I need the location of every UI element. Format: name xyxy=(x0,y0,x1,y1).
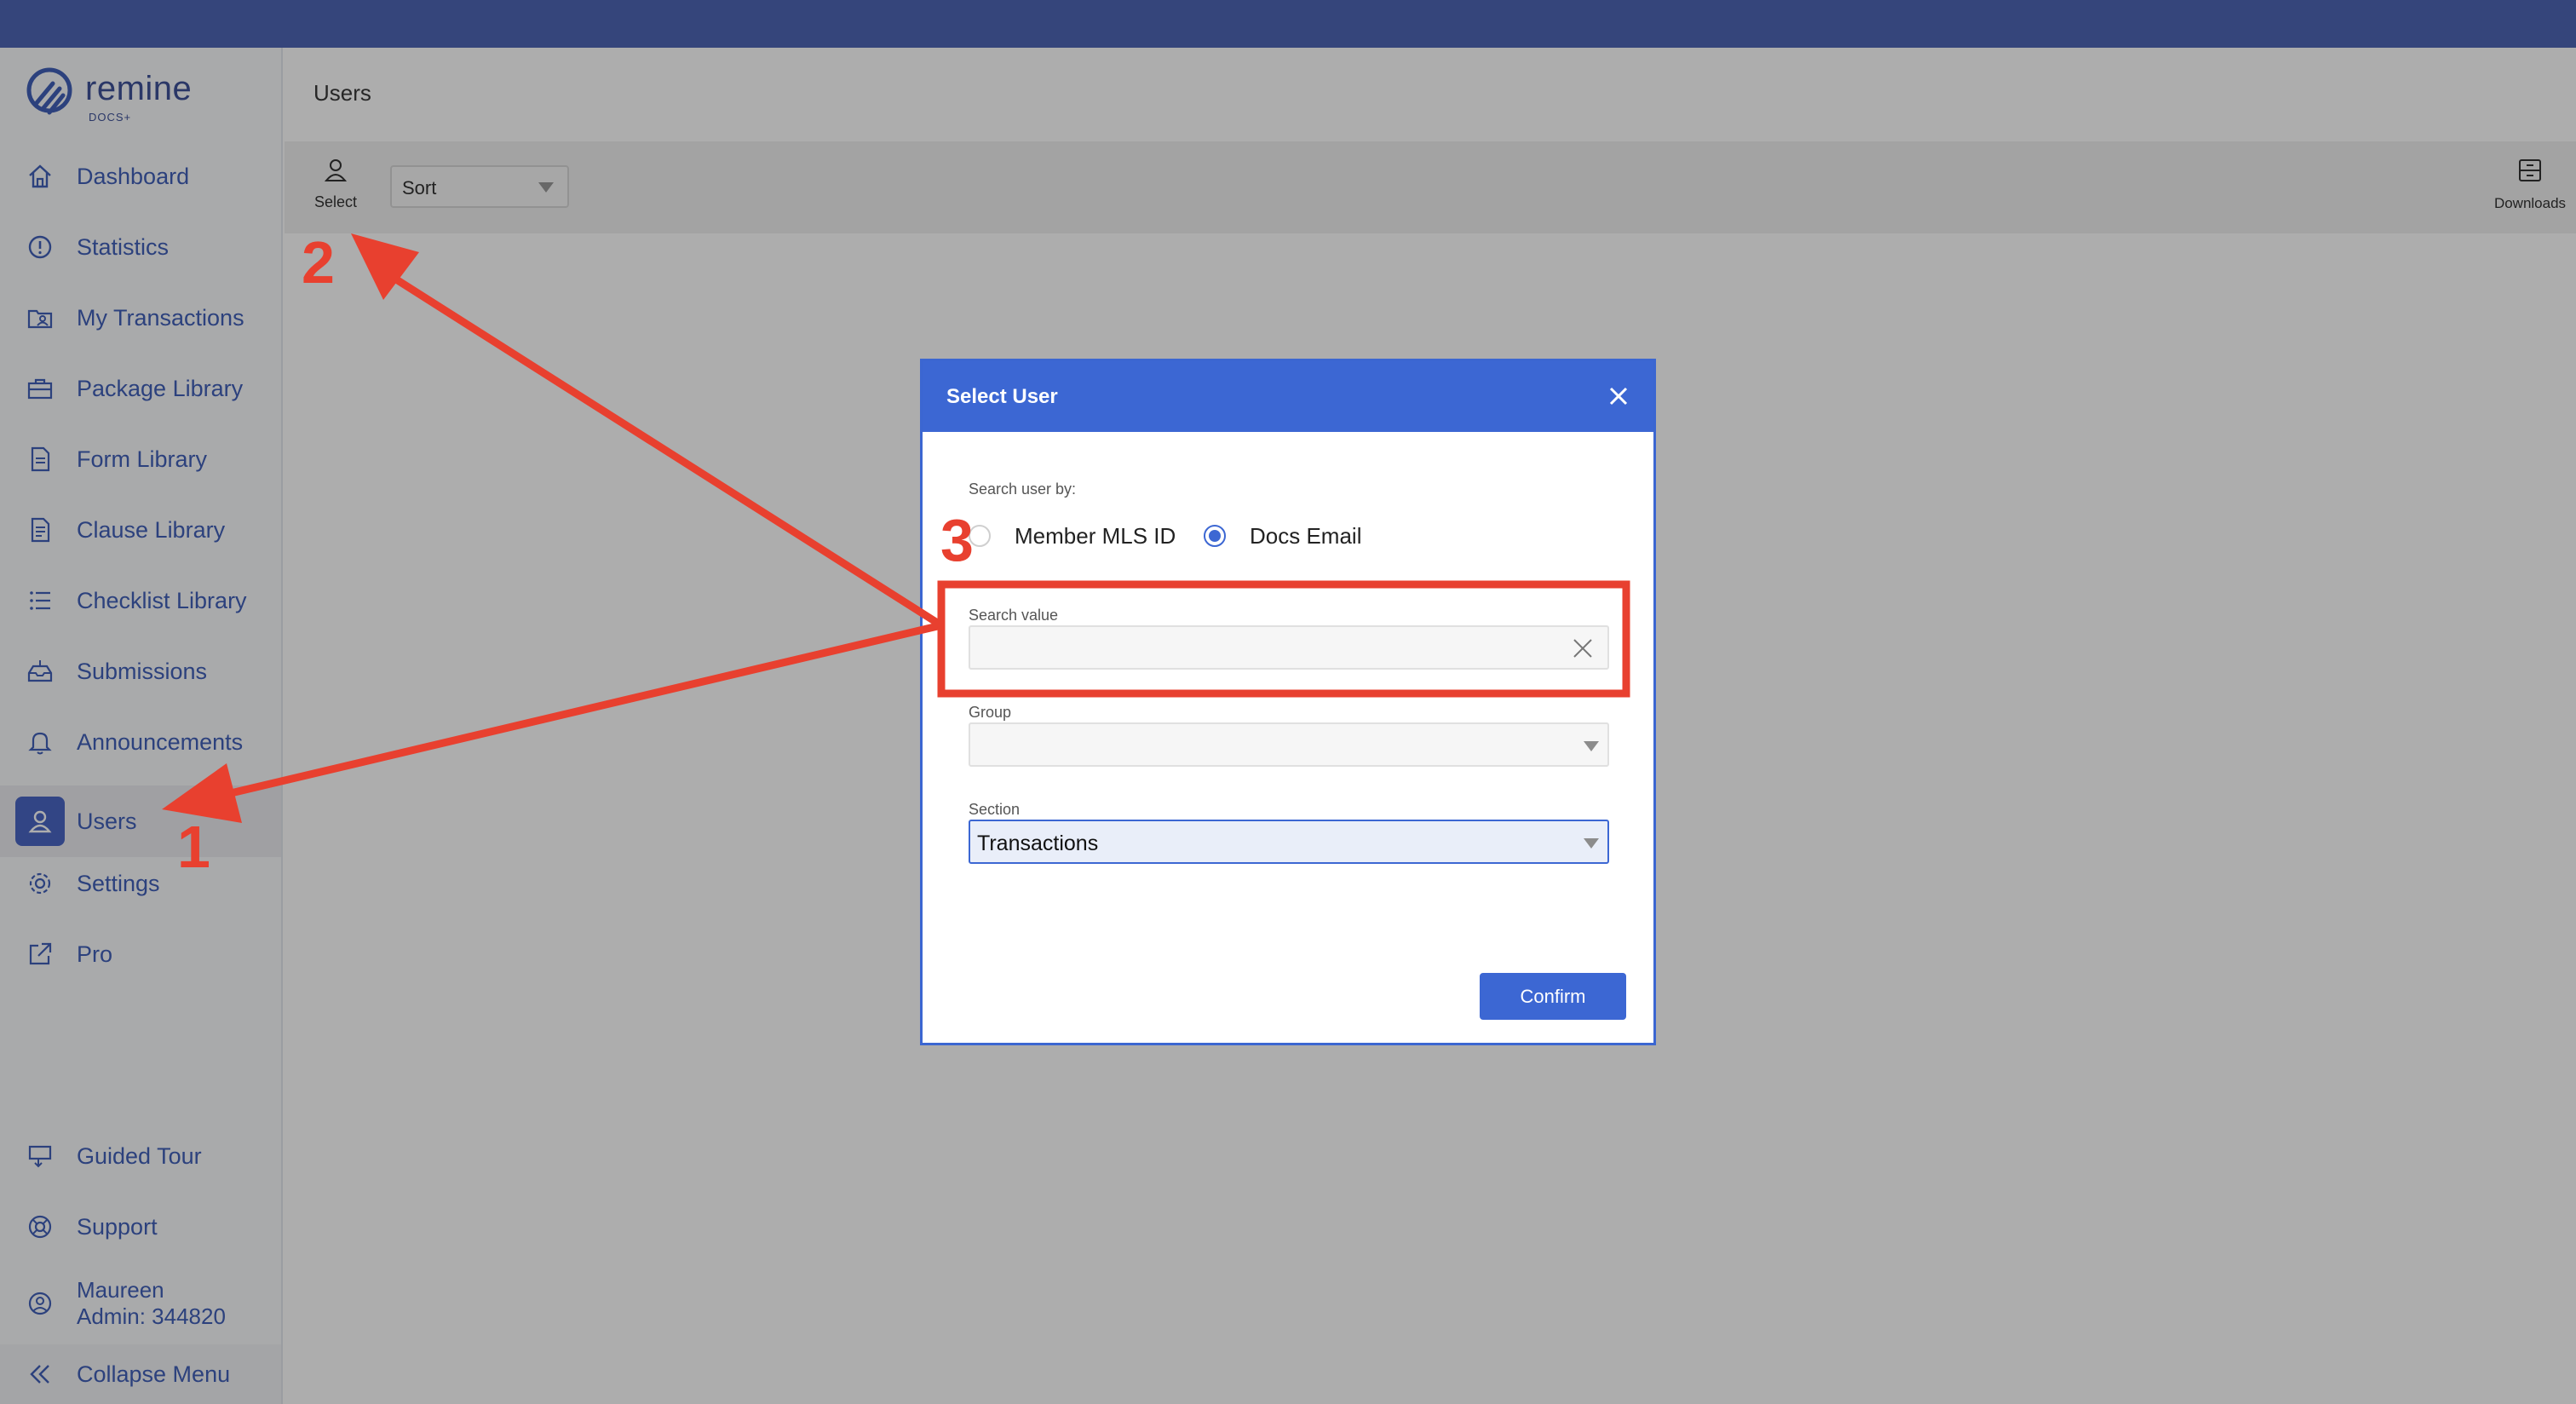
search-by-label: Search user by: xyxy=(969,480,1077,498)
modal-header: Select User xyxy=(923,361,1653,432)
chevron-down-icon xyxy=(1584,838,1599,849)
select-user-modal: Select User Search user by: Member MLS I… xyxy=(920,359,1656,1045)
search-value-label: Search value xyxy=(969,607,1059,624)
close-icon xyxy=(1609,387,1628,406)
group-label: Group xyxy=(969,704,1012,721)
clear-input-button[interactable] xyxy=(1572,637,1594,659)
section-value: Transactions xyxy=(977,831,1099,855)
section-dropdown[interactable]: Transactions xyxy=(969,820,1609,864)
annotation-step-1: 1 xyxy=(177,814,210,880)
section-label: Section xyxy=(969,801,1021,818)
search-by-radio-group: Member MLS ID Docs Email xyxy=(969,518,1480,552)
group-dropdown[interactable] xyxy=(969,722,1609,767)
search-value-input[interactable] xyxy=(969,625,1609,670)
radio-member-mls-id-label[interactable]: Member MLS ID xyxy=(1015,523,1176,550)
modal-title: Select User xyxy=(946,385,1058,408)
close-button[interactable] xyxy=(1602,380,1635,412)
chevron-down-icon xyxy=(1584,741,1599,751)
clear-icon xyxy=(1573,639,1592,658)
annotation-step-2: 2 xyxy=(302,229,335,296)
annotation-step-3: 3 xyxy=(940,507,974,573)
radio-docs-email[interactable] xyxy=(1204,525,1226,547)
radio-docs-email-label[interactable]: Docs Email xyxy=(1250,523,1361,550)
confirm-button[interactable]: Confirm xyxy=(1480,973,1626,1020)
